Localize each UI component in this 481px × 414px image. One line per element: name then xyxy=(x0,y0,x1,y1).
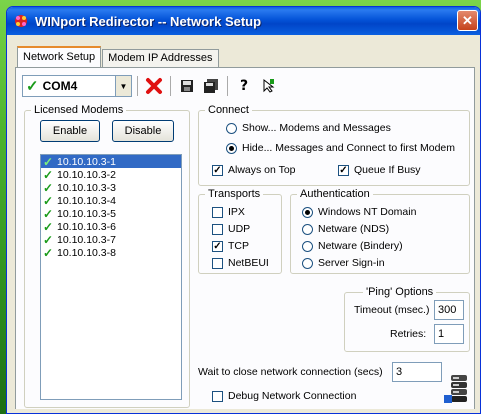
tcp-checkbox[interactable]: TCP xyxy=(212,240,249,252)
combo-check-icon: ✓ xyxy=(26,78,39,95)
com-port-select[interactable]: ✓ COM4 ▼ xyxy=(22,75,132,97)
list-item[interactable]: ✓ 10.10.10.3-4 xyxy=(41,193,181,208)
tab-network-setup[interactable]: Network Setup xyxy=(17,46,102,67)
connect-title: Connect xyxy=(205,104,252,116)
delete-button[interactable] xyxy=(143,75,165,97)
title-bar[interactable]: WINport Redirector -- Network Setup ✕ xyxy=(7,7,480,35)
list-item[interactable]: ✓ 10.10.10.3-5 xyxy=(41,206,181,221)
authentication-title: Authentication xyxy=(297,188,373,200)
save-all-button[interactable] xyxy=(200,75,222,97)
netbeui-checkbox[interactable]: NetBEUI xyxy=(212,257,269,269)
info-icon xyxy=(263,78,275,93)
disable-button[interactable]: Disable xyxy=(112,120,174,142)
app-icon xyxy=(13,13,29,29)
ipx-checkbox[interactable]: IPX xyxy=(212,206,245,218)
info-button[interactable] xyxy=(257,75,279,97)
check-icon: ✓ xyxy=(42,219,54,234)
server-signin-label: Server Sign-in xyxy=(318,257,385,269)
checkbox[interactable] xyxy=(212,223,223,235)
check-icon: ✓ xyxy=(42,167,54,182)
always-on-top-label: Always on Top xyxy=(228,164,296,176)
ping-options-title: 'Ping' Options xyxy=(363,286,437,298)
wait-close-input[interactable]: 3 xyxy=(392,362,442,382)
udp-label: UDP xyxy=(228,223,251,235)
save-icon xyxy=(181,80,193,92)
help-button[interactable]: ? xyxy=(233,75,255,97)
retries-input[interactable]: 1 xyxy=(434,324,464,344)
timeout-input[interactable]: 300 xyxy=(434,300,464,320)
netbeui-label: NetBEUI xyxy=(228,257,269,269)
checkbox[interactable] xyxy=(212,390,223,402)
checkbox[interactable] xyxy=(212,240,223,252)
close-button[interactable]: ✕ xyxy=(457,10,478,31)
list-item[interactable]: ✓ 10.10.10.3-2 xyxy=(41,167,181,182)
toolbar-separator xyxy=(227,76,228,96)
list-item[interactable]: ✓ 10.10.10.3-6 xyxy=(41,219,181,234)
check-icon: ✓ xyxy=(42,193,54,208)
netware-bindery-label: Netware (Bindery) xyxy=(318,240,403,252)
retries-label: Retries: xyxy=(390,328,427,340)
main-window: WINport Redirector -- Network Setup ✕ Ne… xyxy=(6,6,481,414)
list-item[interactable]: ✓ 10.10.10.3-3 xyxy=(41,180,181,195)
debug-network-checkbox[interactable]: Debug Network Connection xyxy=(212,390,356,402)
udp-checkbox[interactable]: UDP xyxy=(212,223,250,235)
checkbox[interactable] xyxy=(212,164,223,176)
licensed-modems-title: Licensed Modems xyxy=(31,104,127,116)
toolbar: ✓ COM4 ▼ ? xyxy=(22,74,279,98)
timeout-label: Timeout (msec.) xyxy=(354,304,430,316)
hide-messages-label: Hide... Messages and Connect to first Mo… xyxy=(242,142,456,154)
toolbar-separator xyxy=(137,76,138,96)
network-server-icon xyxy=(444,373,472,405)
nt-domain-label: Windows NT Domain xyxy=(318,206,417,218)
network-setup-panel: ✓ COM4 ▼ ? Licensed Modems Enable Disabl… xyxy=(15,67,475,413)
list-item[interactable]: ✓ 10.10.10.3-1 xyxy=(41,154,181,169)
com-port-value: COM4 xyxy=(42,79,78,93)
server-signin-radio[interactable]: Server Sign-in xyxy=(302,257,385,269)
check-icon: ✓ xyxy=(42,206,54,221)
always-on-top-checkbox[interactable]: Always on Top xyxy=(212,164,296,176)
checkbox[interactable] xyxy=(338,164,349,176)
check-icon: ✓ xyxy=(42,232,54,247)
chevron-down-icon[interactable]: ▼ xyxy=(115,76,131,96)
netware-nds-label: Netware (NDS) xyxy=(318,223,390,235)
ipx-label: IPX xyxy=(228,206,245,218)
checkbox[interactable] xyxy=(212,206,223,218)
netware-nds-radio[interactable]: Netware (NDS) xyxy=(302,223,389,235)
debug-network-label: Debug Network Connection xyxy=(228,390,357,402)
list-item[interactable]: ✓ 10.10.10.3-7 xyxy=(41,232,181,247)
hide-messages-radio[interactable]: Hide... Messages and Connect to first Mo… xyxy=(226,142,455,154)
radio-button[interactable] xyxy=(302,206,313,218)
radio-button[interactable] xyxy=(302,240,313,252)
queue-if-busy-checkbox[interactable]: Queue If Busy xyxy=(338,164,421,176)
check-icon: ✓ xyxy=(42,154,54,169)
close-icon: ✕ xyxy=(462,13,473,28)
radio-button[interactable] xyxy=(302,223,313,235)
radio-button[interactable] xyxy=(226,142,237,154)
transports-title: Transports xyxy=(205,188,264,200)
radio-button[interactable] xyxy=(302,257,313,269)
modem-list[interactable]: ✓ 10.10.10.3-1 ✓ 10.10.10.3-2 ✓ 10.10.10.3-… xyxy=(40,154,182,400)
check-icon: ✓ xyxy=(42,245,54,260)
window-bottom-edge xyxy=(7,409,480,413)
enable-button[interactable]: Enable xyxy=(40,120,100,142)
show-modems-label: Show... Modems and Messages xyxy=(242,122,391,134)
toolbar-separator xyxy=(170,76,171,96)
delete-icon xyxy=(146,78,162,94)
window-title: WINport Redirector -- Network Setup xyxy=(35,13,262,29)
tab-strip: Network Setup Modem IP Addresses xyxy=(17,46,220,67)
tab-modem-ip-addresses[interactable]: Modem IP Addresses xyxy=(102,49,219,67)
help-icon: ? xyxy=(239,78,249,94)
wait-close-label: Wait to close network connection (secs) xyxy=(198,366,383,378)
queue-if-busy-label: Queue If Busy xyxy=(354,164,421,176)
list-item[interactable]: ✓ 10.10.10.3-8 xyxy=(41,245,181,260)
save-button[interactable] xyxy=(176,75,198,97)
radio-button[interactable] xyxy=(226,122,237,134)
save-all-icon xyxy=(204,79,218,93)
checkbox[interactable] xyxy=(212,257,223,269)
check-icon: ✓ xyxy=(42,180,54,195)
tcp-label: TCP xyxy=(228,240,249,252)
nt-domain-radio[interactable]: Windows NT Domain xyxy=(302,206,416,218)
netware-bindery-radio[interactable]: Netware (Bindery) xyxy=(302,240,403,252)
show-modems-radio[interactable]: Show... Modems and Messages xyxy=(226,122,391,134)
